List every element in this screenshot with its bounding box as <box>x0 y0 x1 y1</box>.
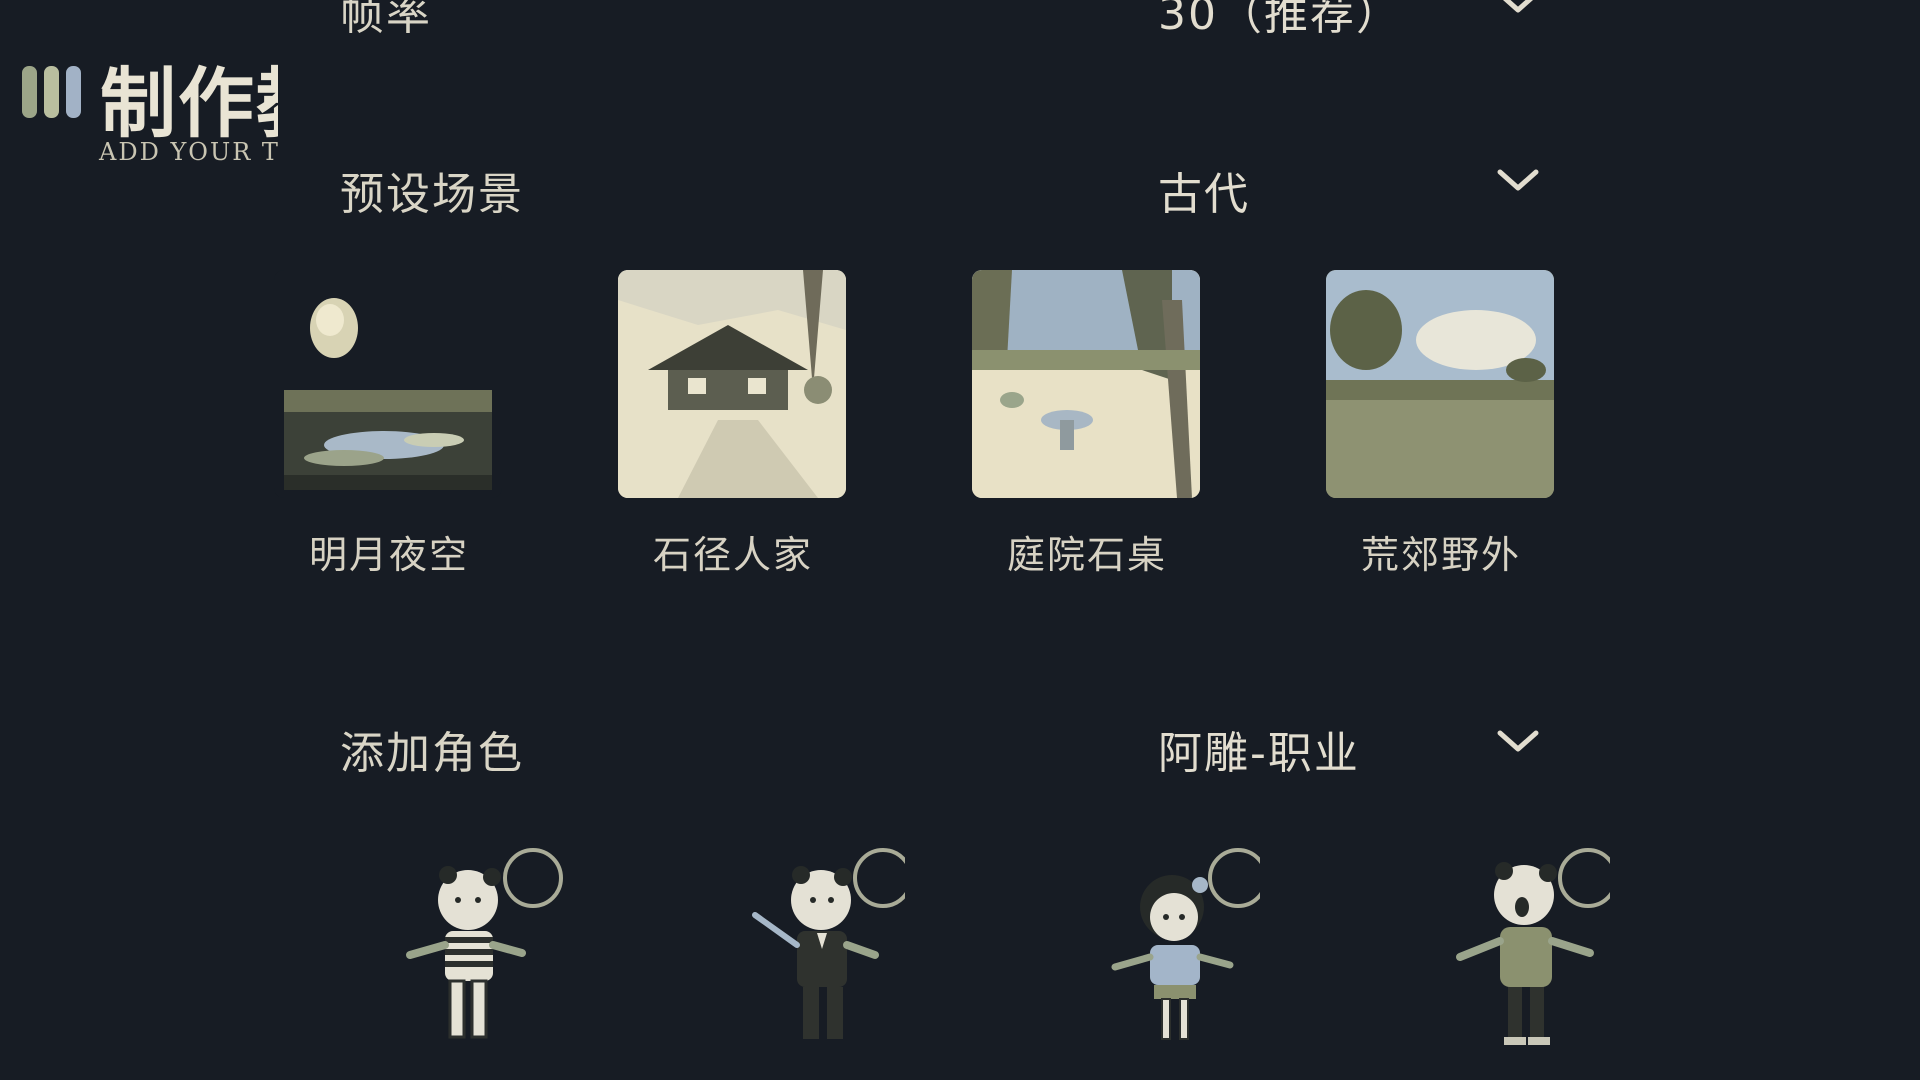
scene-card-wilderness[interactable]: 荒郊野外 <box>1326 270 1556 577</box>
preset-scene-label: 预设场景 <box>340 169 524 220</box>
app-screen: 制作教 ADD YOUR TITI 帧率 30（推荐） 预设场景 古代 明月夜空 <box>0 0 1920 1080</box>
scene-thumbnail <box>618 270 846 498</box>
title-badge: 制作教 ADD YOUR TITI <box>20 40 278 170</box>
scene-thumbnail <box>1326 270 1554 498</box>
select-circle-icon <box>1558 848 1610 908</box>
scene-thumbnail <box>274 270 502 498</box>
chevron-down-icon[interactable] <box>1496 727 1540 757</box>
character-conductor[interactable] <box>725 845 905 1060</box>
scene-label: 荒郊野外 <box>1360 533 1521 577</box>
scene-card-courtyard-table[interactable]: 庭院石桌 <box>972 270 1202 577</box>
scene-label: 石径人家 <box>652 533 813 577</box>
frame-rate-label: 帧率 <box>340 0 432 40</box>
chevron-down-icon[interactable] <box>1496 166 1540 196</box>
character-striped-shirt[interactable] <box>400 845 580 1060</box>
preset-scene-dropdown[interactable]: 古代 <box>1158 158 1250 222</box>
character-pack-dropdown[interactable]: 阿雕-职业 <box>1158 717 1360 781</box>
add-character-label: 添加角色 <box>340 728 524 779</box>
select-circle-icon <box>503 848 563 908</box>
chevron-down-icon[interactable] <box>1496 0 1540 18</box>
scene-label: 明月夜空 <box>308 533 469 577</box>
character-girl[interactable] <box>1080 845 1260 1060</box>
frame-rate-value[interactable]: 30（推荐） <box>1158 0 1402 42</box>
scene-thumbnail <box>972 270 1200 498</box>
select-circle-icon <box>853 848 905 908</box>
brand-subtitle: ADD YOUR TITI <box>99 138 278 166</box>
scene-card-moon-night[interactable]: 明月夜空 <box>274 270 504 577</box>
scene-card-stone-path[interactable]: 石径人家 <box>618 270 848 577</box>
select-circle-icon <box>1208 848 1260 908</box>
brand-title: 制作教 <box>100 59 278 148</box>
character-shouting[interactable] <box>1430 845 1610 1060</box>
scene-label: 庭院石桌 <box>1006 533 1167 577</box>
